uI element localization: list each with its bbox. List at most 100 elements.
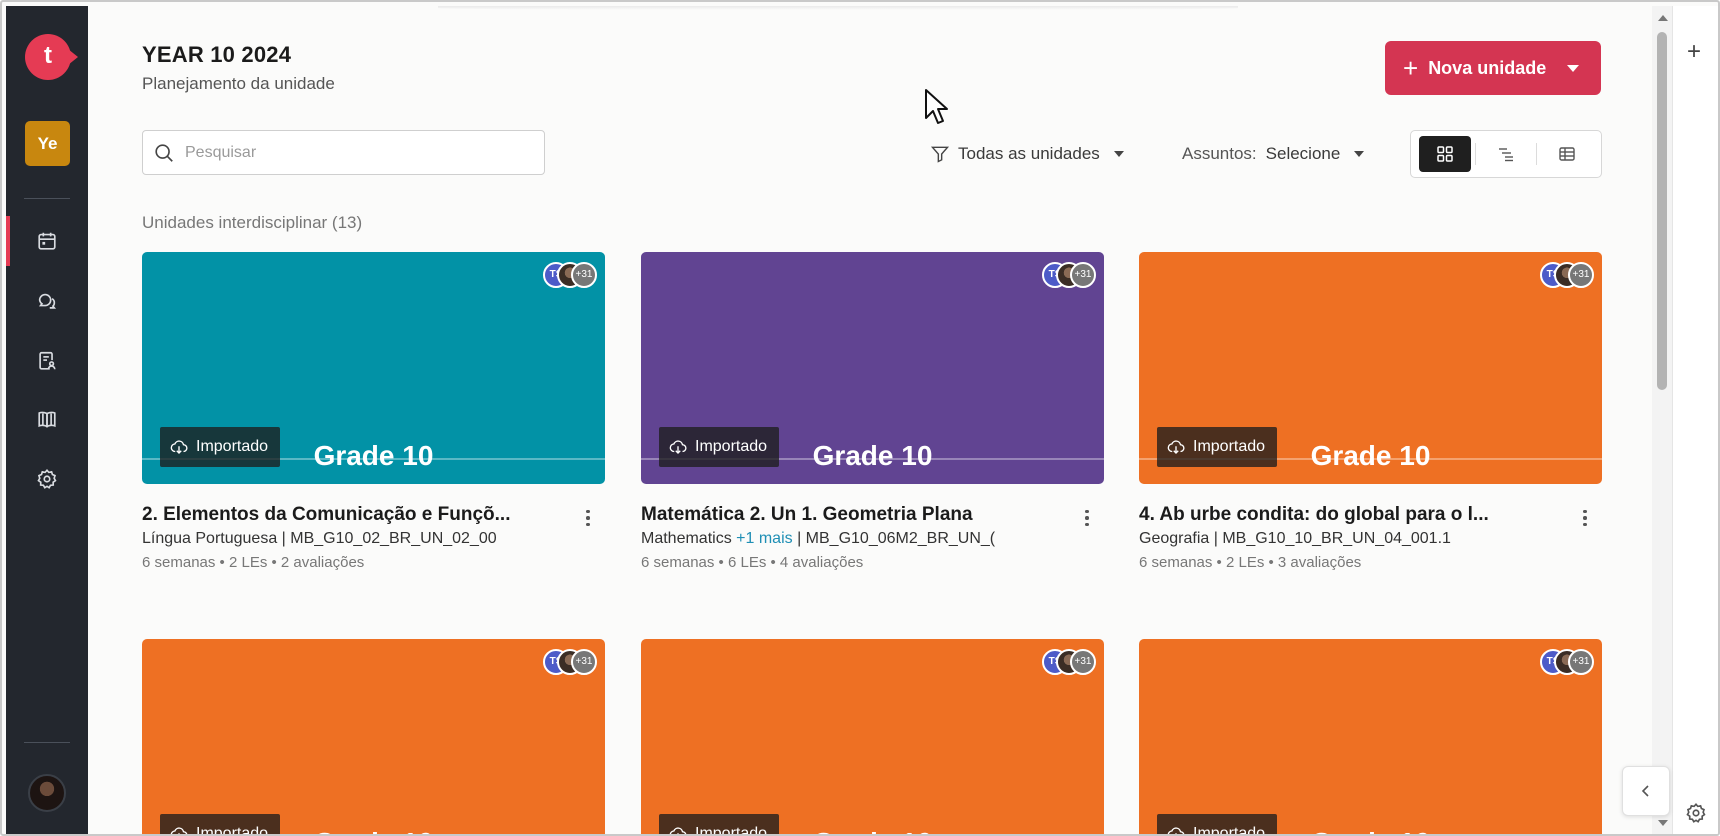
card-subject: Língua Portuguesa	[142, 530, 278, 547]
collaborator-avatars[interactable]: TS +31	[1042, 262, 1096, 288]
more-collaborators-count: +31	[1568, 262, 1594, 288]
card-cover[interactable]: Grade 10 Importado TS +31	[142, 252, 605, 484]
collaborator-avatars[interactable]: TS +31	[1540, 262, 1594, 288]
unit-card[interactable]: Grade 10 Importado TS +31	[142, 639, 605, 836]
nav-active-indicator	[6, 216, 10, 266]
unit-card[interactable]: Grade 10 Importado TS +31 4. Ab urbe con…	[1139, 252, 1602, 571]
nav-report-icon[interactable]	[30, 344, 64, 378]
table-view-button[interactable]	[1541, 136, 1593, 172]
card-meta: Geografia | MB_G10_10_BR_UN_04_001.1	[1139, 530, 1539, 548]
card-title[interactable]: Matemática 2. Un 1. Geometria Plana	[641, 504, 1041, 526]
new-unit-button[interactable]: + Nova unidade	[1385, 41, 1601, 95]
more-options-icon[interactable]	[1575, 506, 1595, 530]
grid-view-button[interactable]	[1419, 136, 1472, 172]
gear-icon[interactable]	[1685, 802, 1707, 824]
view-divider	[1536, 143, 1537, 165]
subjects-value: Selecione	[1265, 144, 1341, 163]
search-input[interactable]	[185, 143, 525, 162]
more-collaborators-count: +31	[571, 649, 597, 675]
card-stats: 6 semanas • 6 LEs • 4 avaliações	[641, 554, 864, 571]
more-options-icon[interactable]	[578, 506, 598, 530]
outline-view-button[interactable]	[1480, 136, 1532, 172]
nav-book-icon[interactable]	[30, 402, 64, 436]
cloud-download-icon	[170, 440, 188, 454]
more-subjects-link[interactable]: +1 mais	[736, 530, 792, 547]
card-code: | MB_G10_06M2_BR_UN_(	[797, 530, 996, 547]
unit-card[interactable]: Grade 10 Importado TS +31 2. Elementos d…	[142, 252, 605, 571]
top-shadow	[438, 6, 1238, 10]
imported-badge: Importado	[659, 427, 780, 467]
card-title[interactable]: 4. Ab urbe condita: do global para o l..…	[1139, 504, 1539, 526]
nav-divider	[24, 198, 70, 199]
chevron-down-icon	[1354, 151, 1365, 157]
chevron-down-icon[interactable]	[1567, 64, 1579, 72]
unit-card[interactable]: Grade 10 Importado TS +31	[641, 639, 1104, 836]
cloud-download-icon	[669, 440, 687, 454]
view-divider	[1475, 143, 1476, 165]
new-unit-label: Nova unidade	[1428, 57, 1547, 78]
page-title: YEAR 10 2024	[142, 42, 292, 67]
search-box[interactable]	[142, 130, 545, 175]
imported-badge: Importado	[1157, 427, 1278, 467]
card-code: | MB_G10_02_BR_UN_02_00	[281, 530, 497, 547]
collapse-panel-button[interactable]	[1622, 766, 1670, 816]
card-cover[interactable]: Grade 10 Importado TS +31	[641, 252, 1104, 484]
imported-badge-label: Importado	[695, 438, 768, 455]
collaborator-avatars[interactable]: TS +31	[543, 649, 597, 675]
collaborator-avatars[interactable]: TS +31	[543, 262, 597, 288]
table-icon	[1559, 147, 1575, 161]
cloud-download-icon	[1167, 827, 1185, 834]
outline-list-icon	[1498, 148, 1513, 162]
unit-card[interactable]: Grade 10 Importado TS +31	[1139, 639, 1602, 834]
user-avatar[interactable]	[28, 774, 66, 812]
app-logo[interactable]: t	[25, 34, 78, 80]
card-stats: 6 semanas • 2 LEs • 3 avaliações	[1139, 554, 1362, 571]
card-code: | MB_G10_10_BR_UN_04_001.1	[1213, 530, 1451, 547]
nav-chat-icon[interactable]	[30, 284, 64, 318]
imported-badge: Importado	[160, 427, 281, 467]
card-meta: Mathematics +1 mais | MB_G10_06M2_BR_UN_…	[641, 530, 1041, 548]
left-nav: t Ye	[6, 6, 88, 834]
subjects-dropdown[interactable]: Assuntos: Selecione	[1182, 144, 1365, 164]
grade-text: Grade 10	[1310, 440, 1431, 471]
workspace-badge[interactable]: Ye	[25, 121, 70, 166]
mouse-cursor-icon	[925, 89, 948, 124]
page-subtitle: Planejamento da unidade	[142, 74, 335, 93]
units-filter-dropdown[interactable]: Todas as unidades	[930, 144, 1124, 164]
card-cover[interactable]: Grade 10 Importado TS +31	[1139, 252, 1602, 484]
units-filter-label: Todas as unidades	[958, 144, 1100, 163]
more-collaborators-count: +31	[1070, 262, 1096, 288]
scroll-down-icon[interactable]	[1658, 820, 1668, 826]
card-cover[interactable]: Grade 10 Importado TS +31	[142, 639, 605, 836]
imported-badge-label: Importado	[695, 825, 768, 836]
unit-card[interactable]: Grade 10 Importado TS +31 Matemática 2. …	[641, 252, 1104, 571]
collaborator-avatars[interactable]: TS +31	[1540, 649, 1594, 675]
cloud-download-icon	[669, 827, 687, 834]
subjects-label: Assuntos:	[1182, 144, 1257, 163]
card-cover[interactable]: Grade 10 Importado TS +31	[1139, 639, 1602, 834]
grade-text: Grade 10	[799, 827, 947, 834]
card-subject: Mathematics	[641, 530, 732, 547]
more-collaborators-count: +31	[1568, 649, 1594, 675]
vertical-scrollbar[interactable]	[1652, 6, 1672, 834]
cloud-download-icon	[170, 827, 188, 834]
nav-divider-bottom	[24, 742, 70, 743]
card-cover[interactable]: Grade 10 Importado TS +31	[641, 639, 1104, 836]
right-rail: +	[1672, 6, 1718, 834]
app-window: t Ye YEAR 10 2024 Planejamento da unidad…	[0, 0, 1720, 836]
grade-text: Grade 10	[1297, 827, 1445, 834]
scroll-up-icon[interactable]	[1658, 15, 1668, 21]
collaborator-avatars[interactable]: TS +31	[1042, 649, 1096, 675]
add-panel-icon[interactable]: +	[1687, 40, 1701, 64]
chevron-down-icon	[1113, 151, 1124, 157]
card-title[interactable]: 2. Elementos da Comunicação e Funçõ...	[142, 504, 542, 526]
imported-badge-label: Importado	[196, 825, 269, 836]
more-collaborators-count: +31	[571, 262, 597, 288]
imported-badge: Importado	[160, 814, 281, 836]
grade-text: Grade 10	[812, 440, 933, 471]
nav-calendar-icon[interactable]	[30, 224, 64, 258]
more-options-icon[interactable]	[1077, 506, 1097, 530]
section-label: Unidades interdisciplinar (13)	[142, 213, 363, 232]
nav-settings-gear-icon[interactable]	[30, 462, 64, 496]
scrollbar-thumb[interactable]	[1657, 32, 1667, 390]
